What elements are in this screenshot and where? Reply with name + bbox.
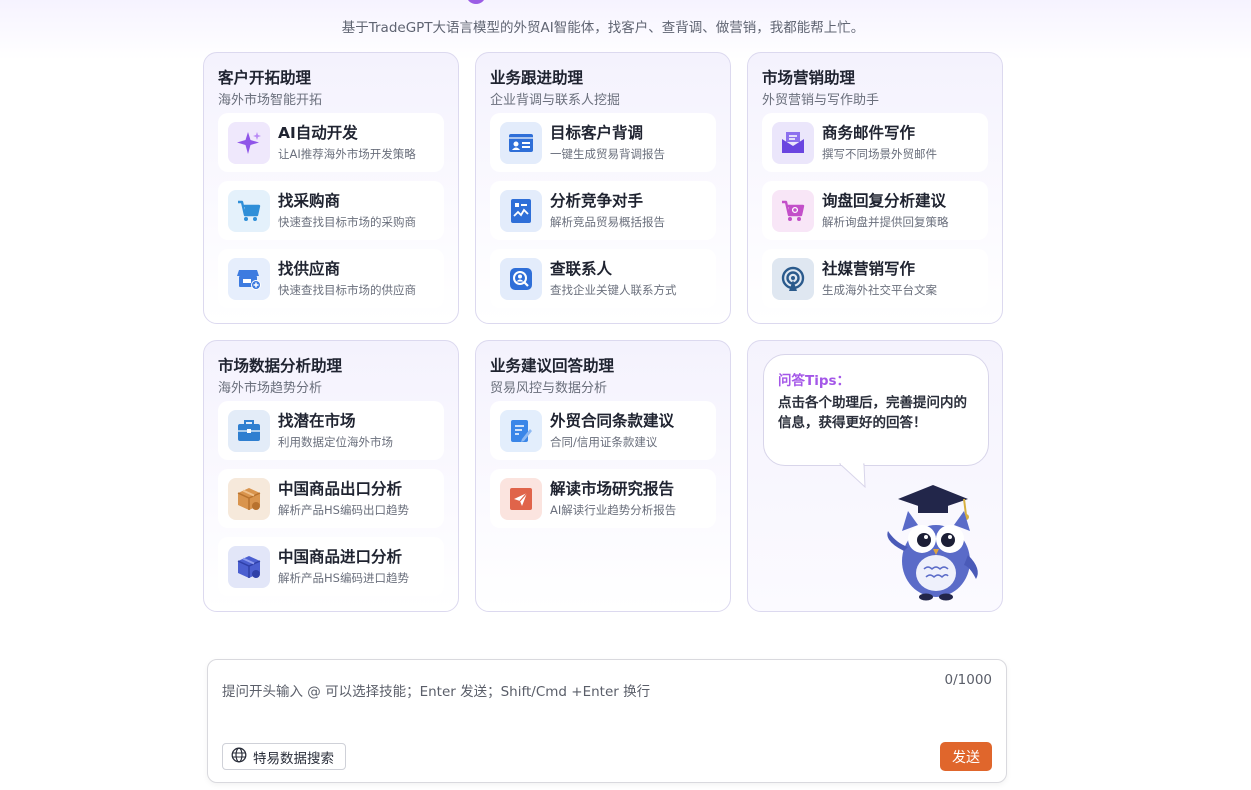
item-title: 找采购商 — [278, 192, 341, 210]
send-report-icon — [500, 477, 542, 520]
store-add-icon — [228, 257, 270, 300]
card-title: 市场营销助理 — [762, 69, 856, 87]
briefcase-icon — [228, 409, 270, 452]
assistant-item-business-email[interactable]: 商务邮件写作 撰写不同场景外贸邮件 — [762, 113, 988, 172]
card-subtitle: 企业背调与联系人挖掘 — [490, 93, 621, 108]
broadcast-icon — [772, 257, 814, 300]
bubble-tail — [838, 463, 866, 489]
assistant-item-find-buyers[interactable]: 找采购商 快速查找目标市场的采购商 — [218, 181, 444, 240]
mail-icon — [772, 121, 814, 164]
item-title: 分析竞争对手 — [550, 192, 644, 210]
chat-input-box[interactable]: 提问开头输入 @ 可以选择技能；Enter 发送；Shift/Cmd +Ente… — [207, 659, 1007, 783]
card-market-data-analysis: 市场数据分析助理 海外市场趋势分析 找潜在市场 利用数据定位海外市场 中国商品出… — [203, 340, 459, 612]
chat-input-placeholder[interactable]: 提问开头输入 @ 可以选择技能；Enter 发送；Shift/Cmd +Ente… — [222, 680, 650, 700]
card-title: 业务跟进助理 — [490, 69, 584, 87]
assistant-item-potential-markets[interactable]: 找潜在市场 利用数据定位海外市场 — [218, 401, 444, 460]
item-title: 找供应商 — [278, 260, 341, 278]
card-subtitle: 海外市场趋势分析 — [218, 381, 323, 396]
assistant-item-contract-terms[interactable]: 外贸合同条款建议 合同/信用证条款建议 — [490, 401, 716, 460]
item-title: 外贸合同条款建议 — [550, 412, 675, 430]
card-marketing: 市场营销助理 外贸营销与写作助手 商务邮件写作 撰写不同场景外贸邮件 询盘回复分… — [747, 52, 1003, 324]
assistant-item-china-export[interactable]: 中国商品出口分析 解析产品HS编码出口趋势 — [218, 469, 444, 528]
tips-text: 点击各个助理后，完善提问内的信息，获得更好的回答！ — [778, 395, 967, 431]
assistant-item-find-contacts[interactable]: 查联系人 查找企业关键人联系方式 — [490, 249, 716, 308]
data-search-label: 特易数据搜索 — [253, 750, 334, 767]
card-subtitle: 贸易风控与数据分析 — [490, 381, 608, 396]
card-subtitle: 外贸营销与写作助手 — [762, 93, 880, 108]
card-subtitle: 海外市场智能开拓 — [218, 93, 323, 108]
send-button[interactable]: 发送 — [940, 742, 992, 771]
item-desc: 查找企业关键人联系方式 — [550, 283, 677, 297]
assistant-item-find-suppliers[interactable]: 找供应商 快速查找目标市场的供应商 — [218, 249, 444, 308]
item-title: 找潜在市场 — [278, 412, 356, 430]
box-export-icon — [228, 477, 270, 520]
item-desc: 生成海外社交平台文案 — [822, 283, 937, 297]
item-title: 社媒营销写作 — [822, 260, 916, 278]
assistant-item-inquiry-reply[interactable]: 询盘回复分析建议 解析询盘并提供回复策略 — [762, 181, 988, 240]
item-title: 中国商品出口分析 — [278, 480, 403, 498]
tips-title: 问答Tips： — [778, 373, 851, 389]
tips-bubble: 问答Tips： 点击各个助理后，完善提问内的信息，获得更好的回答！ — [763, 354, 989, 466]
item-desc: 解析产品HS编码进口趋势 — [278, 571, 409, 585]
globe-icon — [231, 747, 247, 767]
card-business-advice: 业务建议回答助理 贸易风控与数据分析 外贸合同条款建议 合同/信用证条款建议 解… — [475, 340, 731, 612]
owl-mascot-icon — [887, 485, 978, 601]
id-card-icon — [500, 121, 542, 164]
item-desc: 一键生成贸易背调报告 — [550, 147, 665, 161]
sparkle-icon — [228, 121, 270, 164]
item-desc: 解析产品HS编码出口趋势 — [278, 503, 409, 517]
item-desc: 解析竞品贸易概括报告 — [550, 215, 665, 229]
item-title: 询盘回复分析建议 — [822, 192, 947, 210]
item-desc: AI解读行业趋势分析报告 — [550, 503, 677, 517]
tips-card: 问答Tips： 点击各个助理后，完善提问内的信息，获得更好的回答！ — [747, 340, 1003, 612]
assistant-item-ai-auto-develop[interactable]: AI自动开发 让AI推荐海外市场开发策略 — [218, 113, 444, 172]
item-desc: 让AI推荐海外市场开发策略 — [278, 147, 416, 161]
assistant-item-customer-background[interactable]: 目标客户背调 一键生成贸易背调报告 — [490, 113, 716, 172]
cart-search-icon — [772, 189, 814, 232]
item-desc: 合同/信用证条款建议 — [550, 435, 658, 449]
card-customer-expansion: 客户开拓助理 海外市场智能开拓 AI自动开发 让AI推荐海外市场开发策略 找采购… — [203, 52, 459, 324]
shopping-cart-icon — [228, 189, 270, 232]
item-desc: 快速查找目标市场的采购商 — [278, 215, 416, 229]
contact-search-icon — [500, 257, 542, 300]
item-title: AI自动开发 — [278, 124, 358, 142]
box-import-icon — [228, 545, 270, 588]
item-desc: 快速查找目标市场的供应商 — [278, 283, 416, 297]
card-business-followup: 业务跟进助理 企业背调与联系人挖掘 目标客户背调 一键生成贸易背调报告 分析竞争… — [475, 52, 731, 324]
item-desc: 撰写不同场景外贸邮件 — [822, 147, 937, 161]
card-title: 业务建议回答助理 — [490, 357, 615, 375]
item-title: 解读市场研究报告 — [550, 480, 675, 498]
item-desc: 利用数据定位海外市场 — [278, 435, 393, 449]
contract-edit-icon — [500, 409, 542, 452]
report-chart-icon — [500, 189, 542, 232]
assistant-item-social-media[interactable]: 社媒营销写作 生成海外社交平台文案 — [762, 249, 988, 308]
item-desc: 解析询盘并提供回复策略 — [822, 215, 949, 229]
assistant-item-analyze-competitors[interactable]: 分析竞争对手 解析竞品贸易概括报告 — [490, 181, 716, 240]
item-title: 查联系人 — [550, 260, 613, 278]
item-title: 商务邮件写作 — [822, 124, 916, 142]
card-title: 市场数据分析助理 — [218, 357, 343, 375]
item-title: 中国商品进口分析 — [278, 548, 403, 566]
assistant-item-market-research[interactable]: 解读市场研究报告 AI解读行业趋势分析报告 — [490, 469, 716, 528]
card-title: 客户开拓助理 — [218, 69, 312, 87]
char-counter: 0/1000 — [944, 672, 993, 688]
data-search-toggle[interactable]: 特易数据搜索 — [222, 743, 346, 770]
assistant-item-china-import[interactable]: 中国商品进口分析 解析产品HS编码进口趋势 — [218, 537, 444, 596]
item-title: 目标客户背调 — [550, 124, 644, 142]
page-subtitle: 基于TradeGPT大语言模型的外贸AI智能体，找客户、查背调、做营销，我都能帮… — [341, 20, 865, 36]
